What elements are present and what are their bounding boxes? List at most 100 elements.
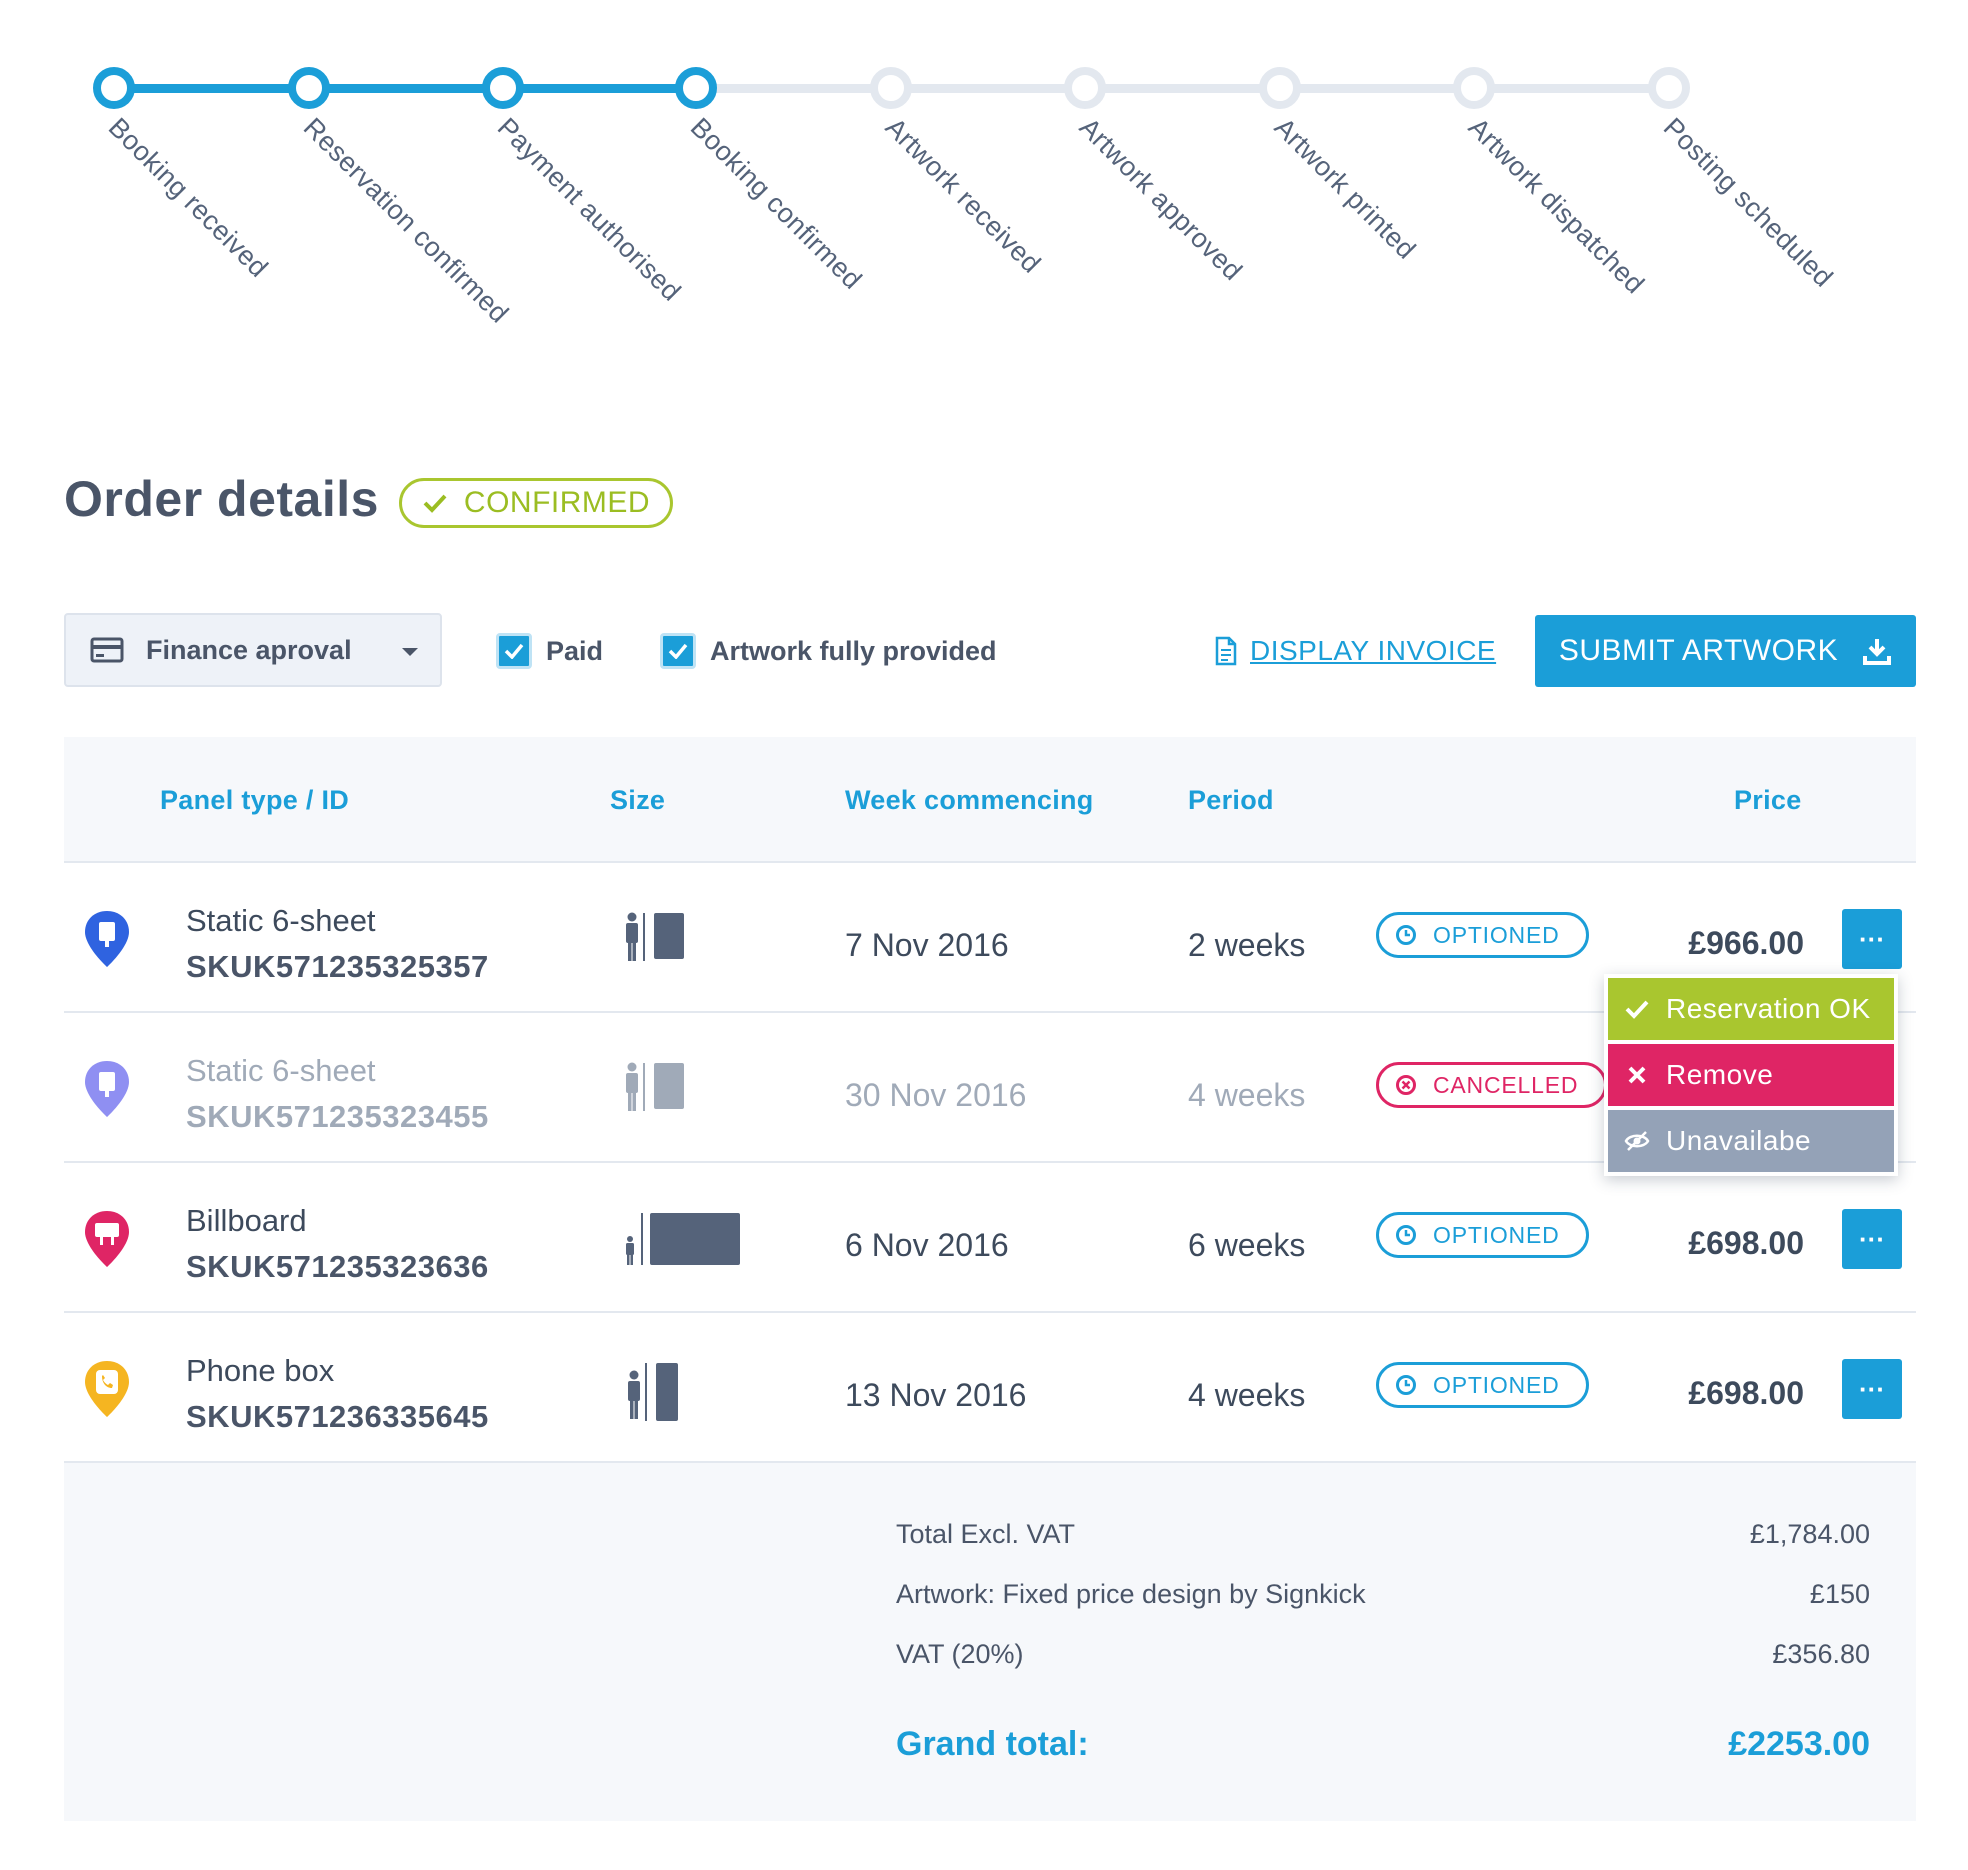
menu-item-label: Reservation OK [1666, 993, 1871, 1024]
price: £966.00 [1688, 925, 1804, 961]
status-badge: CONFIRMED [399, 478, 673, 528]
step-marker-posting-scheduled [1648, 67, 1690, 109]
week-commencing: 30 Nov 2016 [845, 1077, 1027, 1113]
row-actions-button[interactable]: ··· [1842, 1359, 1902, 1419]
cancelled-badge: CANCELLED [1376, 1062, 1608, 1108]
artwork-fee-value: £150 [1809, 1579, 1870, 1609]
price: £698.00 [1688, 1225, 1804, 1261]
document-icon [1215, 636, 1237, 666]
submit-artwork-label: SUBMIT ARTWORK [1558, 634, 1839, 667]
panel-type: Static 6-sheet [186, 1053, 376, 1088]
step-label-artwork-printed: Artwork printed [1268, 112, 1422, 265]
clock-icon [1396, 925, 1416, 945]
week-commencing: 13 Nov 2016 [845, 1377, 1027, 1413]
finance-approval-select[interactable]: Finance aproval [64, 613, 442, 687]
optioned-badge: OPTIONED [1376, 912, 1589, 958]
column-header-period: Period [1188, 785, 1274, 815]
download-icon [1863, 639, 1892, 665]
column-header-week: Week commencing [845, 785, 1094, 815]
grand-total-label: Grand total: [896, 1725, 1089, 1763]
step-label-payment-authorised: Payment authorised [491, 112, 687, 307]
column-header-size: Size [610, 785, 666, 815]
status-label: OPTIONED [1433, 921, 1560, 948]
panel-id: SKUK571235325357 [186, 949, 489, 984]
table-row: Phone box SKUK571236335645 13 Nov 2016 4… [64, 1313, 1916, 1463]
price: £698.00 [1688, 1375, 1804, 1411]
step-marker-artwork-received [870, 67, 912, 109]
row-actions-button[interactable]: ··· [1842, 1209, 1902, 1269]
step-label-booking-confirmed: Booking confirmed [684, 112, 868, 295]
menu-item-label: Remove [1666, 1059, 1774, 1090]
location-pin-icon [85, 911, 129, 967]
progress-line-completed [114, 84, 696, 93]
status-label: OPTIONED [1433, 1221, 1560, 1248]
totals-section: Total Excl. VAT £1,784.00 Artwork: Fixed… [64, 1463, 1916, 1821]
step-marker-artwork-approved [1064, 67, 1106, 109]
display-invoice-label: DISPLAY INVOICE [1250, 635, 1497, 666]
location-pin-icon [85, 1061, 129, 1117]
cancel-circle-icon [1396, 1075, 1416, 1095]
menu-item-label: Unavailabe [1666, 1125, 1812, 1156]
step-marker-booking-received [93, 67, 135, 109]
order-table: Panel type / ID Size Week commencing Per… [64, 737, 1916, 1821]
total-excl-vat-label: Total Excl. VAT [896, 1519, 1076, 1549]
row-actions-menu: Reservation OK Remove Unavailabe [1604, 974, 1898, 1176]
menu-item-reservation-ok[interactable]: Reservation OK [1608, 978, 1894, 1040]
clock-icon [1396, 1225, 1416, 1245]
finance-select-value: Finance aproval [146, 634, 352, 665]
size-billboard-icon [626, 1213, 740, 1265]
status-label: CANCELLED [1433, 1071, 1579, 1098]
period: 2 weeks [1188, 927, 1306, 963]
step-marker-reservation-confirmed [288, 67, 330, 109]
step-marker-artwork-dispatched [1453, 67, 1495, 109]
paid-checkbox[interactable]: Paid [496, 633, 603, 669]
size-phone-box-icon [628, 1363, 678, 1421]
panel-type: Phone box [186, 1353, 335, 1388]
menu-item-remove[interactable]: Remove [1608, 1044, 1894, 1106]
period: 4 weeks [1188, 1077, 1306, 1113]
step-label-artwork-approved: Artwork approved [1073, 112, 1249, 287]
panel-type: Static 6-sheet [186, 903, 376, 938]
status-badge-label: CONFIRMED [463, 486, 651, 519]
step-marker-payment-authorised [482, 67, 524, 109]
submit-artwork-button[interactable]: SUBMIT ARTWORK [1535, 615, 1916, 687]
total-excl-vat-value: £1,784.00 [1749, 1519, 1870, 1549]
checkbox-checked-icon [660, 633, 696, 669]
check-icon [423, 494, 447, 513]
artwork-provided-checkbox[interactable]: Artwork fully provided [660, 633, 997, 669]
row-actions-button[interactable]: ··· [1842, 909, 1902, 969]
panel-type: Billboard [186, 1203, 307, 1238]
table-header: Panel type / ID Size Week commencing Per… [64, 737, 1916, 863]
step-marker-booking-confirmed [675, 67, 717, 109]
period: 6 weeks [1188, 1227, 1306, 1263]
menu-item-unavailable[interactable]: Unavailabe [1608, 1110, 1894, 1172]
step-label-posting-scheduled: Posting scheduled [1657, 112, 1839, 293]
page-title: Order details [64, 471, 379, 527]
size-6-sheet-icon [626, 912, 684, 961]
vat-value: £356.80 [1772, 1639, 1870, 1669]
display-invoice-link[interactable]: DISPLAY INVOICE [1214, 633, 1496, 669]
table-row: Billboard SKUK571235323636 6 Nov 2016 6 … [64, 1163, 1916, 1313]
checkbox-checked-icon [496, 633, 532, 669]
clock-icon [1396, 1375, 1416, 1395]
chevron-down-icon [402, 648, 418, 656]
location-pin-icon [85, 1361, 129, 1417]
step-label-artwork-received: Artwork received [879, 112, 1047, 279]
size-6-sheet-icon [626, 1062, 684, 1111]
artwork-fee-label: Artwork: Fixed price design by Signkick [896, 1579, 1366, 1609]
step-label-reservation-confirmed: Reservation confirmed [297, 112, 515, 329]
column-header-price: Price [1734, 785, 1802, 815]
eye-slash-icon [1624, 1131, 1650, 1151]
panel-id: SKUK571235323636 [186, 1249, 489, 1284]
period: 4 weeks [1188, 1377, 1306, 1413]
optioned-badge: OPTIONED [1376, 1212, 1589, 1258]
week-commencing: 7 Nov 2016 [845, 927, 1009, 963]
step-label-booking-received: Booking received [102, 112, 274, 284]
week-commencing: 6 Nov 2016 [845, 1227, 1009, 1263]
artwork-provided-label: Artwork fully provided [710, 635, 997, 666]
status-label: OPTIONED [1433, 1371, 1560, 1398]
close-icon [1628, 1066, 1646, 1084]
location-pin-icon [85, 1211, 129, 1267]
order-progress-tracker: Booking received Reservation confirmed P… [0, 0, 1968, 380]
check-icon [1625, 1000, 1649, 1019]
